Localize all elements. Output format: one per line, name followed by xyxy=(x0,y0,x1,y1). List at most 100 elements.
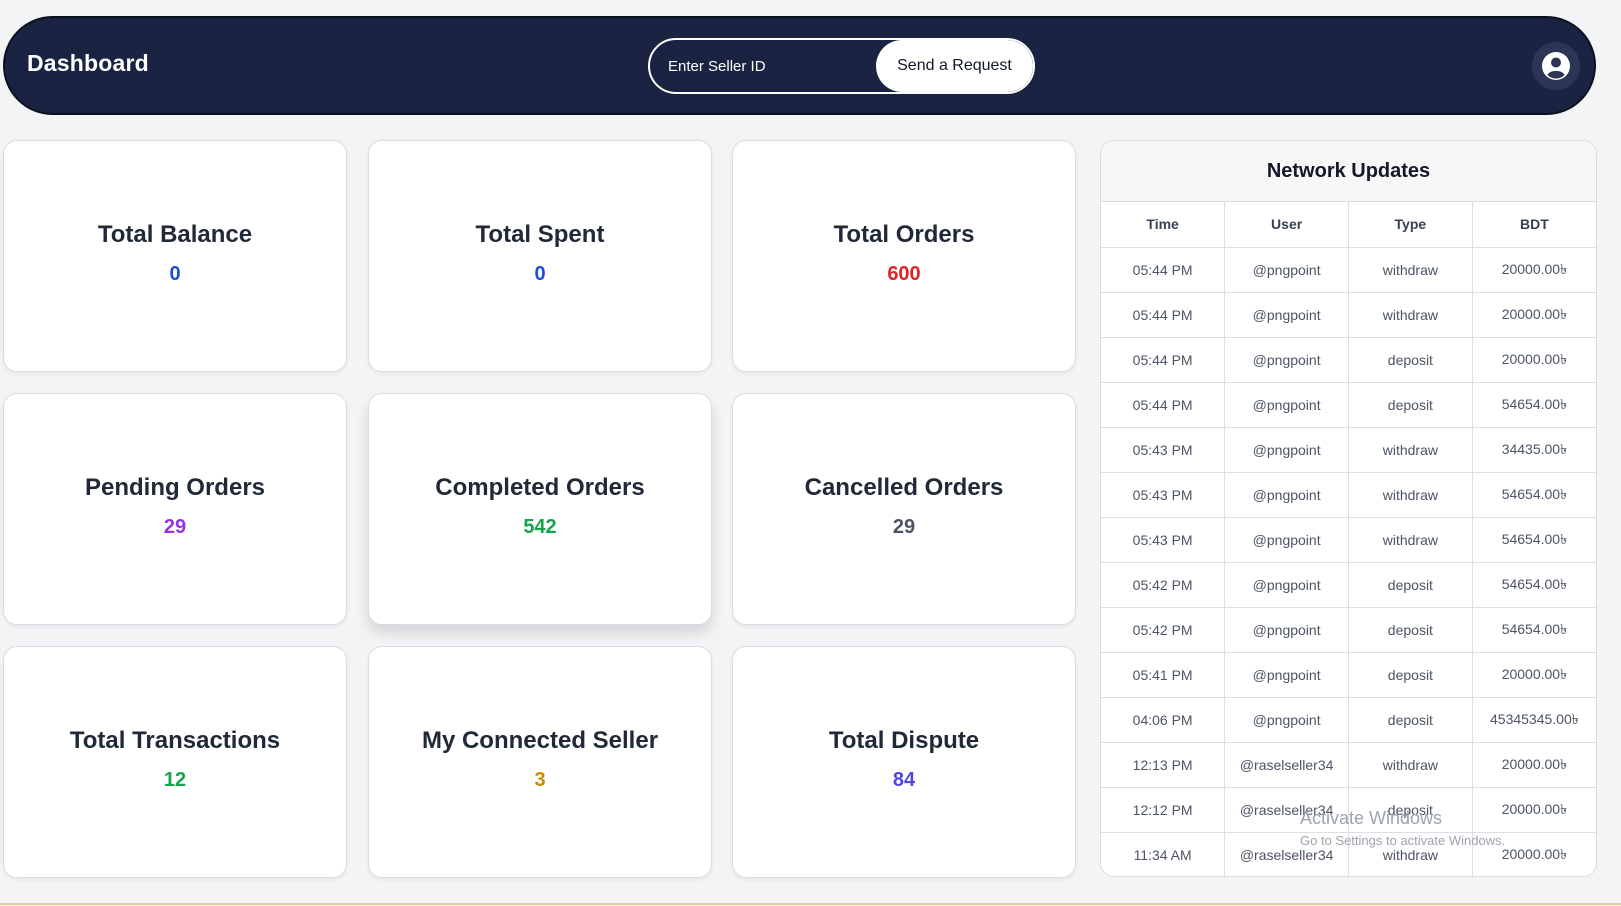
top-navbar: Dashboard Send a Request xyxy=(3,16,1596,115)
time-cell: 12:13 PM xyxy=(1101,742,1226,788)
type-cell: withdraw xyxy=(1348,517,1473,563)
user-cell: @raselseller34 xyxy=(1224,742,1349,788)
time-cell: 12:12 PM xyxy=(1101,787,1226,833)
table-row: 05:43 PM @pngpoint withdraw 54654.00৳ xyxy=(1101,472,1596,518)
column-header-user: User xyxy=(1224,202,1349,248)
user-cell: @pngpoint xyxy=(1224,697,1349,743)
type-cell: deposit xyxy=(1348,562,1473,608)
network-updates-panel: Network Updates Time User Type BDT 05:44 PM… xyxy=(1100,140,1597,877)
time-cell: 05:44 PM xyxy=(1101,247,1226,293)
time-cell: 05:44 PM xyxy=(1101,337,1226,383)
stat-card-title: Pending Orders xyxy=(84,473,266,501)
amount-cell: 54654.00৳ xyxy=(1472,607,1596,653)
time-cell: 05:43 PM xyxy=(1101,472,1226,518)
user-cell: @pngpoint xyxy=(1224,427,1349,473)
stat-card-total-balance: Total Balance 0 xyxy=(3,140,347,372)
amount-cell: 20000.00৳ xyxy=(1472,787,1596,833)
stat-card-value: 29 xyxy=(163,515,187,538)
stat-card-value: 84 xyxy=(892,768,916,791)
stat-card-title: Total Balance xyxy=(97,220,253,248)
amount-cell: 34435.00৳ xyxy=(1472,427,1596,473)
type-cell: withdraw xyxy=(1348,292,1473,338)
stat-card-title: Completed Orders xyxy=(435,473,645,501)
table-body: 05:44 PM @pngpoint withdraw 20000.00৳ 05:44 … xyxy=(1101,247,1596,876)
amount-cell: 20000.00৳ xyxy=(1472,742,1596,788)
table-row: 05:44 PM @pngpoint withdraw 20000.00৳ xyxy=(1101,292,1596,338)
table-row: 05:43 PM @pngpoint withdraw 54654.00৳ xyxy=(1101,517,1596,563)
type-cell: deposit xyxy=(1348,607,1473,653)
time-cell: 11:34 AM xyxy=(1101,832,1226,876)
stat-card-title: Total Transactions xyxy=(69,726,281,754)
time-cell: 05:43 PM xyxy=(1101,517,1226,563)
user-cell: @pngpoint xyxy=(1224,652,1349,698)
table-row: 05:44 PM @pngpoint withdraw 20000.00৳ xyxy=(1101,247,1596,293)
amount-cell: 20000.00৳ xyxy=(1472,292,1596,338)
network-updates-title: Network Updates xyxy=(1101,141,1596,202)
table-row: 05:44 PM @pngpoint deposit 20000.00৳ xyxy=(1101,337,1596,383)
table-row: 04:06 PM @pngpoint deposit 45345345.00৳ xyxy=(1101,697,1596,743)
type-cell: withdraw xyxy=(1348,832,1473,876)
type-cell: withdraw xyxy=(1348,742,1473,788)
time-cell: 05:43 PM xyxy=(1101,427,1226,473)
column-header-type: Type xyxy=(1348,202,1473,248)
type-cell: deposit xyxy=(1348,787,1473,833)
amount-cell: 20000.00৳ xyxy=(1472,337,1596,383)
stat-card-value: 542 xyxy=(523,515,557,538)
time-cell: 05:41 PM xyxy=(1101,652,1226,698)
send-request-button[interactable]: Send a Request xyxy=(876,40,1033,92)
stat-card-total-spent: Total Spent 0 xyxy=(368,140,712,372)
stat-card-title: Total Orders xyxy=(833,220,975,248)
table-row: 05:44 PM @pngpoint deposit 54654.00৳ xyxy=(1101,382,1596,428)
amount-cell: 20000.00৳ xyxy=(1472,832,1596,876)
amount-cell: 20000.00৳ xyxy=(1472,652,1596,698)
time-cell: 04:06 PM xyxy=(1101,697,1226,743)
stat-card-value: 600 xyxy=(887,262,921,285)
type-cell: deposit xyxy=(1348,652,1473,698)
table-row: 12:12 PM @raselseller34 deposit 20000.00৳ xyxy=(1101,787,1596,833)
type-cell: withdraw xyxy=(1348,472,1473,518)
table-header-row: Time User Type BDT xyxy=(1101,202,1596,248)
amount-cell: 54654.00৳ xyxy=(1472,472,1596,518)
stat-card-my-connected-seller: My Connected Seller 3 xyxy=(368,646,712,878)
table-row: 05:42 PM @pngpoint deposit 54654.00৳ xyxy=(1101,607,1596,653)
user-cell: @pngpoint xyxy=(1224,607,1349,653)
amount-cell: 20000.00৳ xyxy=(1472,247,1596,293)
type-cell: deposit xyxy=(1348,337,1473,383)
stat-card-value: 0 xyxy=(534,262,546,285)
user-cell: @pngpoint xyxy=(1224,472,1349,518)
user-cell: @pngpoint xyxy=(1224,562,1349,608)
time-cell: 05:44 PM xyxy=(1101,382,1226,428)
table-row: 12:13 PM @raselseller34 withdraw 20000.00৳ xyxy=(1101,742,1596,788)
stat-card-value: 29 xyxy=(892,515,916,538)
time-cell: 05:42 PM xyxy=(1101,562,1226,608)
seller-request-form: Send a Request xyxy=(648,38,1035,94)
table-row: 11:34 AM @raselseller34 withdraw 20000.00৳ xyxy=(1101,832,1596,876)
network-updates-table: Time User Type BDT 05:44 PM @pngpoint withdra… xyxy=(1101,202,1596,876)
amount-cell: 54654.00৳ xyxy=(1472,517,1596,563)
stat-card-title: Total Spent xyxy=(475,220,605,248)
stat-card-cancelled-orders: Cancelled Orders 29 xyxy=(732,393,1076,625)
user-cell: @pngpoint xyxy=(1224,517,1349,563)
time-cell: 05:44 PM xyxy=(1101,292,1226,338)
type-cell: withdraw xyxy=(1348,247,1473,293)
stat-card-value: 0 xyxy=(169,262,181,285)
table-row: 05:42 PM @pngpoint deposit 54654.00৳ xyxy=(1101,562,1596,608)
bottom-divider xyxy=(0,903,1621,905)
stat-card-total-orders: Total Orders 600 xyxy=(732,140,1076,372)
stat-card-title: Total Dispute xyxy=(828,726,980,754)
user-circle-icon xyxy=(1542,52,1570,80)
type-cell: withdraw xyxy=(1348,427,1473,473)
stat-card-completed-orders: Completed Orders 542 xyxy=(368,393,712,625)
user-cell: @pngpoint xyxy=(1224,292,1349,338)
table-row: 05:43 PM @pngpoint withdraw 34435.00৳ xyxy=(1101,427,1596,473)
stat-card-title: Cancelled Orders xyxy=(804,473,1004,501)
profile-button[interactable] xyxy=(1532,42,1580,90)
stat-card-value: 3 xyxy=(534,768,546,791)
user-cell: @raselseller34 xyxy=(1224,832,1349,876)
amount-cell: 54654.00৳ xyxy=(1472,382,1596,428)
user-cell: @pngpoint xyxy=(1224,337,1349,383)
user-cell: @raselseller34 xyxy=(1224,787,1349,833)
stat-card-total-transactions: Total Transactions 12 xyxy=(3,646,347,878)
column-header-time: Time xyxy=(1101,202,1226,248)
seller-id-input[interactable] xyxy=(668,54,868,78)
